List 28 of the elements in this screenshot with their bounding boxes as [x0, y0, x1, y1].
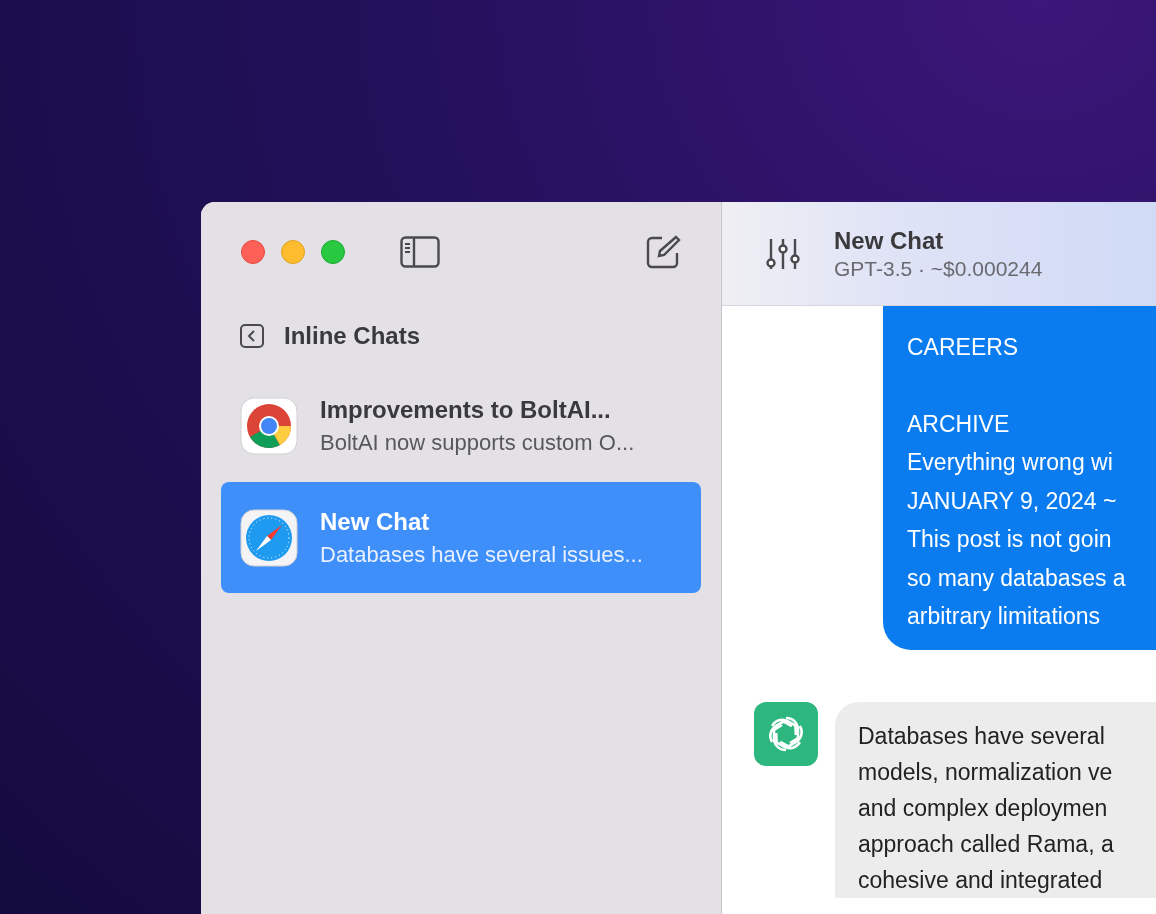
message-text: cohesive and integrated — [858, 865, 1104, 895]
message-text: Databases have several — [858, 721, 1106, 751]
message-text: approach called Rama, a — [858, 829, 1115, 859]
message-text: CAREERS — [907, 333, 1020, 362]
message-text: Everything wrong wi — [907, 448, 1114, 477]
message-text: arbitrary limitations — [907, 602, 1101, 631]
section-title: Inline Chats — [284, 322, 421, 350]
compose-icon[interactable] — [645, 234, 681, 270]
message-text: and complex deploymen — [858, 793, 1109, 823]
message-text: This post is not goin — [907, 525, 1113, 554]
chat-preview: Databases have several issues... — [320, 541, 643, 568]
close-button[interactable] — [241, 240, 265, 264]
assistant-avatar-icon — [754, 701, 818, 766]
sidebar-toggle-icon[interactable] — [400, 236, 440, 268]
chat-list-item[interactable]: Improvements to BoltAI... BoltAI now supports custom O... — [221, 370, 701, 481]
browser-app-icon — [240, 396, 298, 455]
chat-title: New Chat — [834, 226, 945, 255]
message-text: JANUARY 9, 2024 ~ — [907, 486, 1118, 516]
compass-app-icon — [240, 508, 298, 567]
message-text: models, normalization ve — [858, 757, 1114, 787]
chat-title: Improvements to BoltAI... — [320, 395, 612, 424]
back-icon[interactable] — [240, 324, 264, 348]
chat-preview: BoltAI now supports custom O... — [320, 429, 635, 456]
message-text: ARCHIVE — [907, 409, 1011, 439]
chat-title: New Chat — [320, 507, 431, 536]
model-cost-label: GPT-3.5 · ~$0.000244 — [834, 256, 1043, 281]
message-text: so many databases a — [907, 563, 1127, 593]
settings-sliders-icon[interactable] — [766, 236, 800, 271]
